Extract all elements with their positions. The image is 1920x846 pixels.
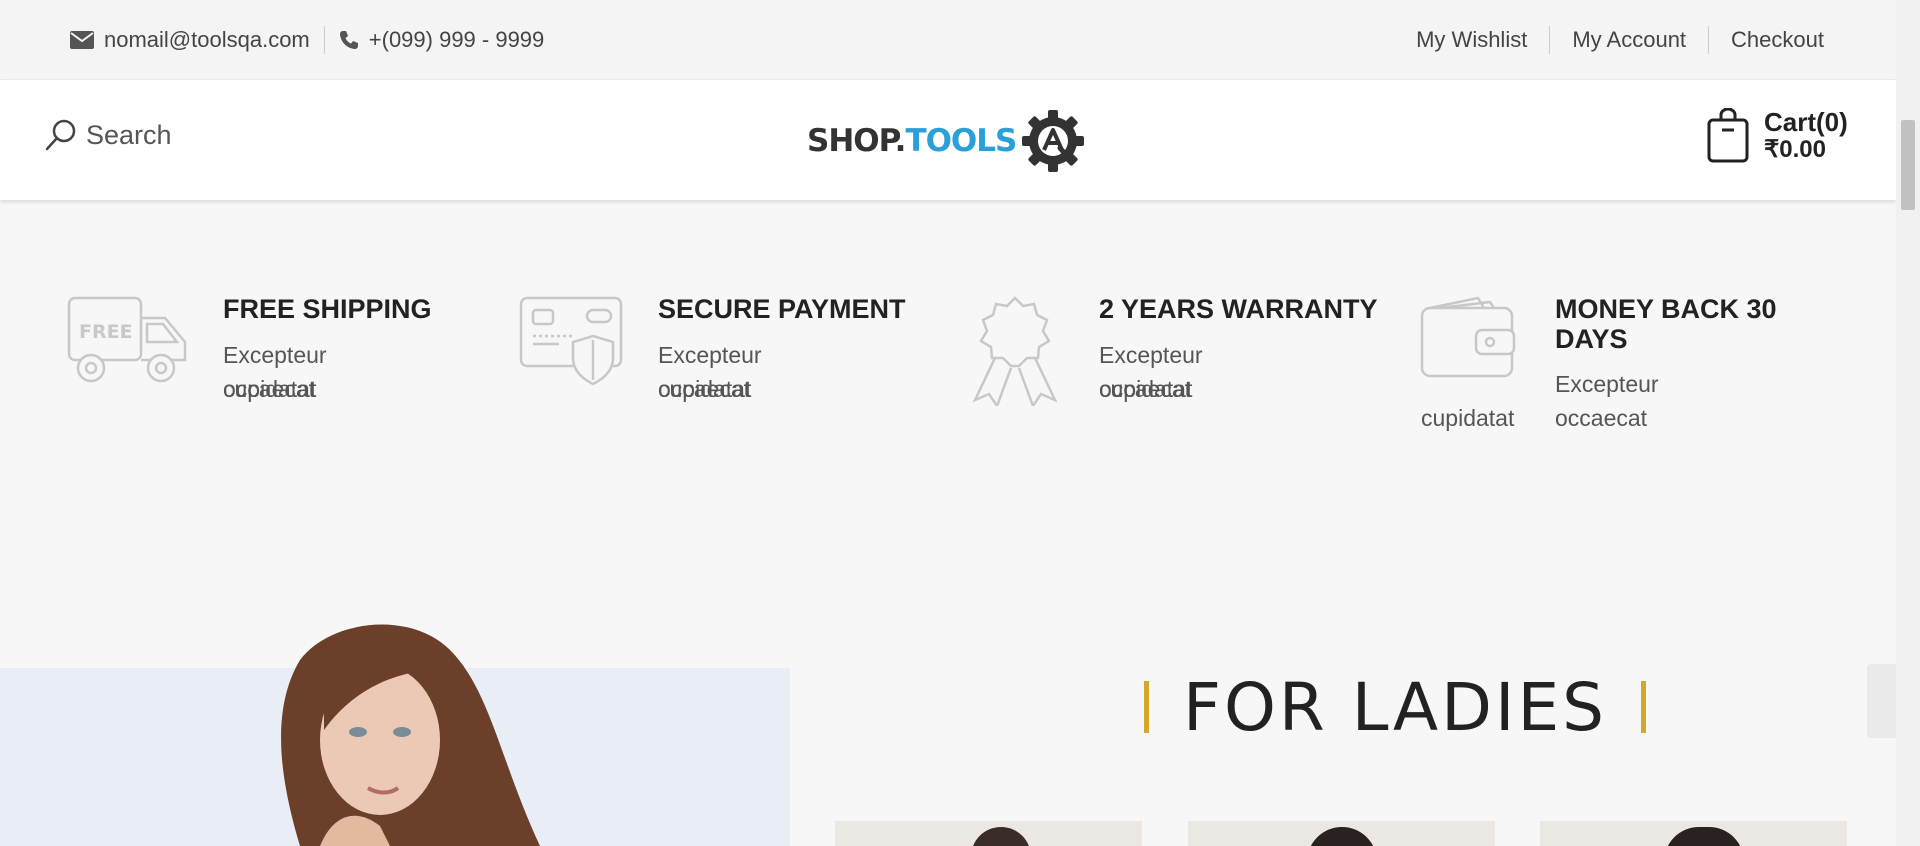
product-image: [1306, 827, 1377, 846]
gear-logo-icon: [1022, 110, 1085, 172]
truck-icon: FREE: [67, 296, 187, 383]
logo-text: SHOP.TOOLS: [807, 123, 1017, 159]
cart-button[interactable]: Cart(0) ₹0.00: [1706, 108, 1848, 164]
feature-title: SECURE PAYMENT: [658, 294, 906, 324]
product-card[interactable]: [1540, 821, 1847, 846]
cart-total: ₹0.00: [1764, 136, 1826, 163]
product-image: [1663, 827, 1744, 846]
feature-desc-line: Excepteur occaecat: [1555, 371, 1659, 431]
product-card[interactable]: [835, 821, 1142, 846]
main-header: Search SHOP.TOOLS Cart(0) ₹0.00: [0, 80, 1896, 200]
account-links: My Wishlist My Account Checkout: [1416, 0, 1824, 80]
section-title-text: FOR LADIES: [1183, 668, 1608, 746]
search-toggle[interactable]: Search: [44, 118, 172, 152]
feature-desc-line: cupidatat: [658, 376, 752, 402]
product-image: [970, 827, 1031, 846]
model-portrait-image: [281, 624, 540, 846]
divider: [323, 26, 325, 54]
cart-count: Cart(0): [1764, 107, 1848, 137]
email-text: nomail@toolsqa.com: [104, 27, 310, 52]
accent-bar: [1641, 681, 1647, 733]
checkout-link[interactable]: Checkout: [1708, 26, 1824, 54]
feature-title: FREE SHIPPING: [223, 294, 432, 324]
feature-title: MONEY BACK 30 DAYS: [1555, 294, 1777, 354]
email-contact[interactable]: nomail@toolsqa.com: [70, 27, 310, 53]
phone-icon: [339, 31, 358, 49]
feature-desc-line: cupidatat: [223, 376, 317, 402]
feature-desc-line: cupidatat: [1099, 376, 1193, 402]
product-card[interactable]: [1188, 821, 1495, 846]
wishlist-link[interactable]: My Wishlist: [1416, 26, 1549, 54]
accent-bar: [1144, 681, 1149, 733]
search-label: Search: [86, 119, 172, 150]
cart-summary: Cart(0) ₹0.00: [1764, 108, 1848, 164]
page-scrollbar[interactable]: [1896, 0, 1920, 846]
contact-info: nomail@toolsqa.com +(099) 999 - 9999: [70, 0, 544, 80]
shopping-bag-icon: [1707, 108, 1749, 163]
feature-desc-line: cupidatat: [1421, 405, 1515, 431]
wallet-icon: [1420, 296, 1516, 378]
scrollbar-thumb[interactable]: [1901, 120, 1915, 210]
section-title: FOR LADIES: [1144, 668, 1647, 746]
search-icon: [45, 119, 76, 151]
award-ribbon-icon: [972, 296, 1058, 406]
site-logo[interactable]: SHOP.TOOLS: [807, 108, 1092, 174]
card-shield-icon: [519, 296, 623, 386]
envelope-icon: [70, 31, 94, 49]
feature-title: 2 YEARS WARRANTY: [1099, 294, 1378, 324]
scroll-to-top-button[interactable]: [1867, 664, 1896, 738]
phone-text: +(099) 999 - 9999: [368, 27, 545, 52]
phone-contact[interactable]: +(099) 999 - 9999: [339, 27, 545, 53]
my-account-link[interactable]: My Account: [1549, 26, 1708, 54]
svg-text:FREE: FREE: [79, 321, 133, 343]
top-bar: nomail@toolsqa.com +(099) 999 - 9999 My …: [0, 0, 1896, 80]
